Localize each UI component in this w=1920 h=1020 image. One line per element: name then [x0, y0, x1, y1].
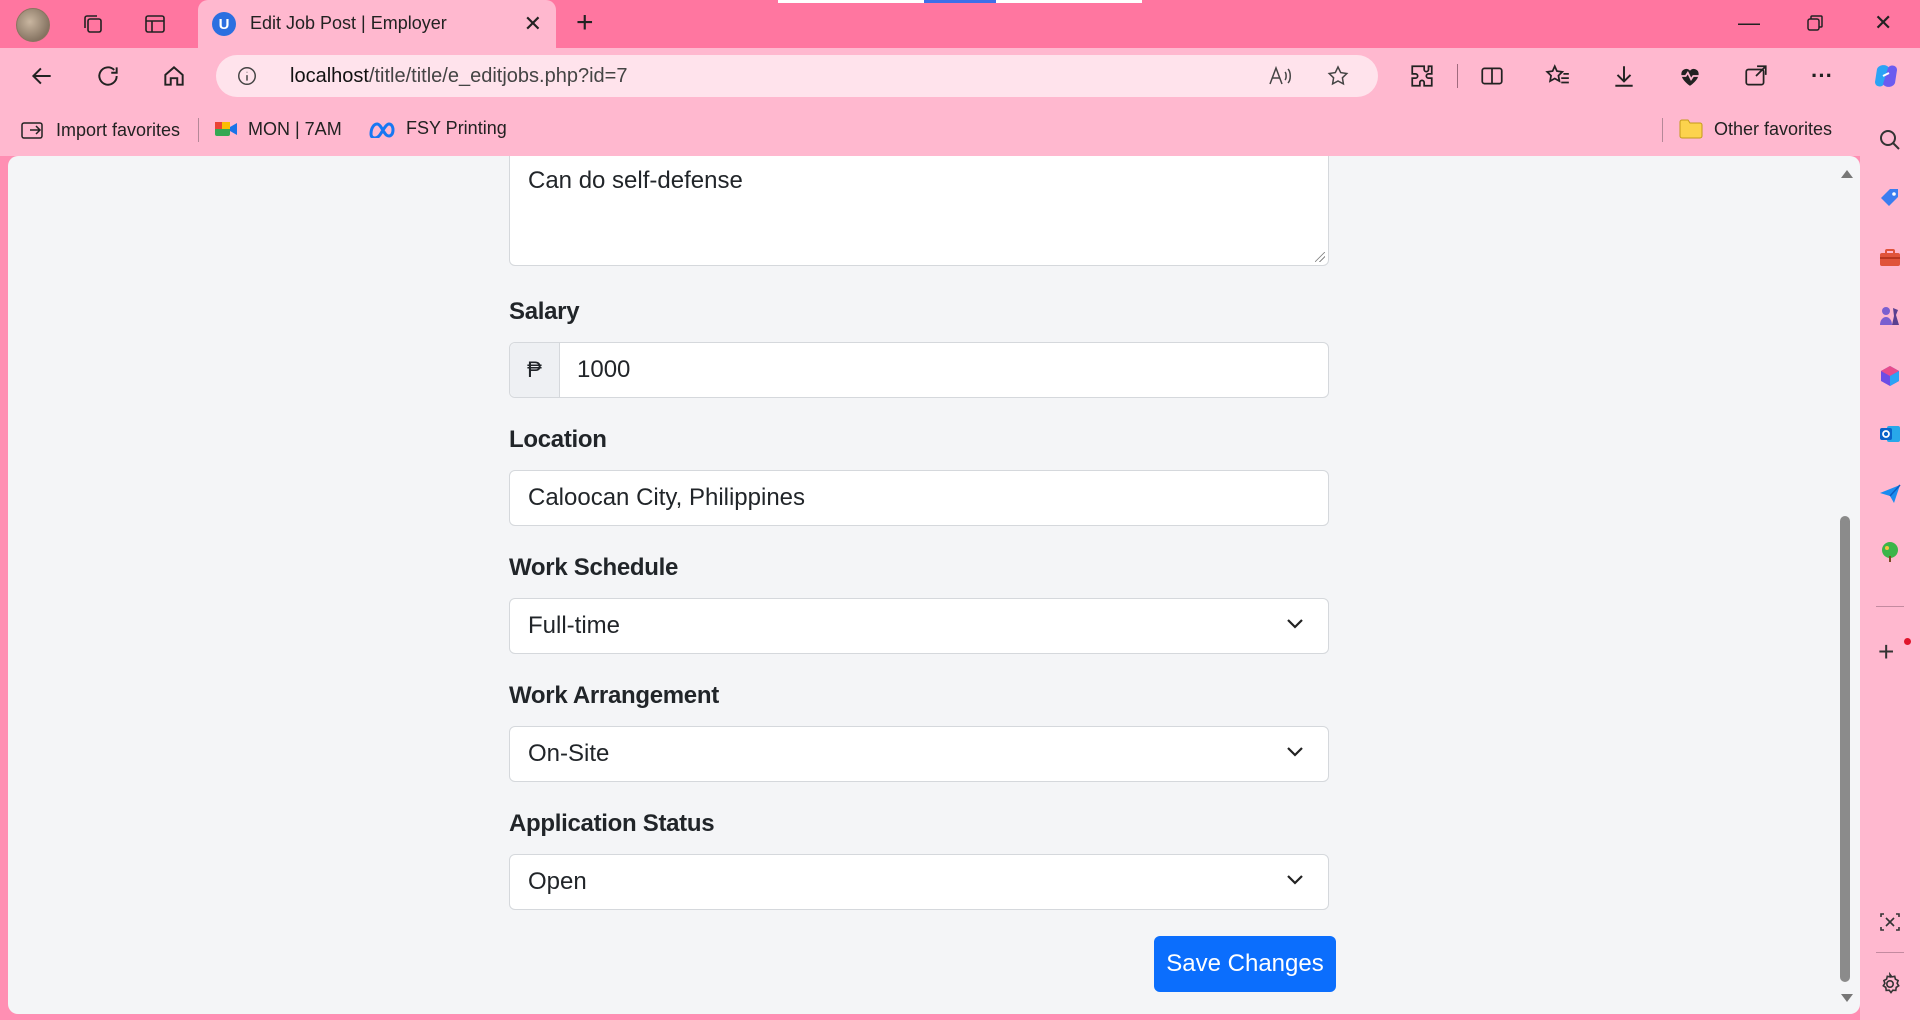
back-icon[interactable] [26, 60, 58, 92]
work-arrangement-value: On-Site [528, 740, 610, 767]
location-label: Location [509, 426, 607, 453]
new-tab-icon[interactable]: + [576, 8, 594, 38]
refresh-icon[interactable] [92, 60, 124, 92]
other-favorites-link[interactable]: Other favorites [1678, 118, 1832, 140]
application-status-label: Application Status [509, 810, 715, 837]
favorite-meet-label: MON | 7AM [248, 118, 342, 139]
other-favorites-label: Other favorites [1714, 118, 1833, 139]
restore-icon[interactable] [1806, 12, 1824, 38]
read-aloud-icon[interactable] [1268, 64, 1294, 93]
add-sidebar-app-icon[interactable]: + [1878, 638, 1902, 666]
favorites-icon[interactable] [1542, 60, 1574, 92]
games-icon[interactable] [1878, 304, 1902, 328]
microsoft-365-icon[interactable] [1878, 364, 1902, 388]
chevron-down-icon [1287, 619, 1303, 629]
scroll-down-arrow-icon[interactable] [1841, 994, 1853, 1002]
extensions-icon[interactable] [1406, 60, 1438, 92]
more-options-icon[interactable]: ··· [1806, 60, 1838, 92]
minimize-icon[interactable]: — [1738, 10, 1760, 36]
description-value: Can do self-defense [528, 167, 743, 194]
browser-essentials-icon[interactable] [1674, 60, 1706, 92]
active-tab[interactable]: U Edit Job Post | Employer ✕ [198, 0, 556, 48]
toolbar-divider [1457, 64, 1458, 88]
url-host: localhost [290, 65, 369, 87]
save-changes-button[interactable]: Save Changes [1154, 936, 1336, 992]
navigation-bar: localhost/title/title/e_editjobs.php?id=… [0, 48, 1920, 104]
favorites-divider [198, 118, 199, 142]
work-arrangement-label: Work Arrangement [509, 682, 719, 709]
work-arrangement-select[interactable]: On-Site [509, 726, 1329, 782]
location-value: Caloocan City, Philippines [528, 484, 806, 511]
close-tab-icon[interactable]: ✕ [524, 11, 542, 37]
salary-input[interactable]: ₱ 1000 [509, 342, 1329, 398]
import-favorites-link[interactable]: Import favorites [20, 118, 180, 142]
copilot-icon[interactable] [1870, 60, 1902, 92]
work-schedule-value: Full-time [528, 612, 621, 639]
downloads-icon[interactable] [1608, 60, 1640, 92]
chevron-down-icon [1287, 747, 1303, 757]
vertical-tabs-icon[interactable] [140, 9, 170, 39]
tree-icon[interactable] [1878, 540, 1902, 564]
location-input[interactable]: Caloocan City, Philippines [509, 470, 1329, 526]
url-text[interactable]: localhost/title/title/e_editjobs.php?id=… [290, 65, 627, 88]
page-viewport: Can do self-defense Salary ₱ 1000 Locati… [8, 156, 1860, 1014]
site-info-icon[interactable] [236, 65, 258, 92]
import-favorites-label: Import favorites [56, 119, 181, 140]
shopping-tag-icon[interactable] [1878, 186, 1902, 210]
favorite-star-icon[interactable] [1326, 64, 1350, 93]
favorite-fsy-link[interactable]: FSY Printing [368, 118, 507, 139]
url-path: /title/title/e_editjobs.php?id=7 [368, 65, 628, 87]
tools-icon[interactable] [1878, 246, 1902, 270]
favorite-fsy-label: FSY Printing [406, 118, 507, 138]
send-icon[interactable] [1878, 482, 1902, 506]
salary-value: 1000 [577, 356, 631, 383]
salary-label: Salary [509, 298, 580, 325]
close-window-icon[interactable]: ✕ [1874, 10, 1892, 36]
resize-handle-icon[interactable] [1315, 252, 1325, 262]
window-indicator-active [924, 0, 996, 3]
outlook-icon[interactable] [1878, 422, 1902, 446]
title-bar: U Edit Job Post | Employer ✕ + — ✕ [0, 0, 1920, 48]
screenshot-icon[interactable] [1878, 910, 1902, 934]
description-textarea[interactable]: Can do self-defense [509, 156, 1329, 266]
meta-icon [369, 121, 395, 138]
favorites-bar: Import favorites MON | 7AM FSY Printing … [0, 104, 1920, 156]
import-icon [21, 122, 43, 139]
split-screen-icon[interactable] [1476, 60, 1508, 92]
home-icon[interactable] [158, 60, 190, 92]
search-icon[interactable] [1878, 128, 1902, 152]
chevron-down-icon [1287, 875, 1303, 885]
profile-avatar[interactable] [16, 8, 50, 42]
tab-title: Edit Job Post | Employer [250, 13, 447, 33]
notification-dot [1904, 638, 1911, 645]
application-status-select[interactable]: Open [509, 854, 1329, 910]
sidebar-divider [1876, 952, 1904, 953]
settings-gear-icon[interactable] [1878, 971, 1902, 996]
edge-sidebar: + [1860, 104, 1920, 1020]
scroll-up-arrow-icon[interactable] [1841, 170, 1853, 178]
favorites-divider [1662, 118, 1663, 142]
currency-addon: ₱ [510, 343, 560, 397]
work-schedule-select[interactable]: Full-time [509, 598, 1329, 654]
page-scrollbar[interactable] [1836, 156, 1856, 1014]
scroll-thumb[interactable] [1840, 516, 1850, 982]
favorite-meet-link[interactable]: MON | 7AM [214, 118, 342, 140]
workspaces-icon[interactable] [78, 9, 108, 39]
share-icon[interactable] [1740, 60, 1772, 92]
sidebar-divider [1876, 606, 1904, 607]
google-meet-icon [215, 122, 237, 136]
folder-icon [1679, 119, 1703, 139]
work-schedule-label: Work Schedule [509, 554, 679, 581]
address-bar[interactable]: localhost/title/title/e_editjobs.php?id=… [216, 55, 1378, 97]
site-favicon-icon: U [212, 12, 236, 36]
application-status-value: Open [528, 868, 587, 895]
